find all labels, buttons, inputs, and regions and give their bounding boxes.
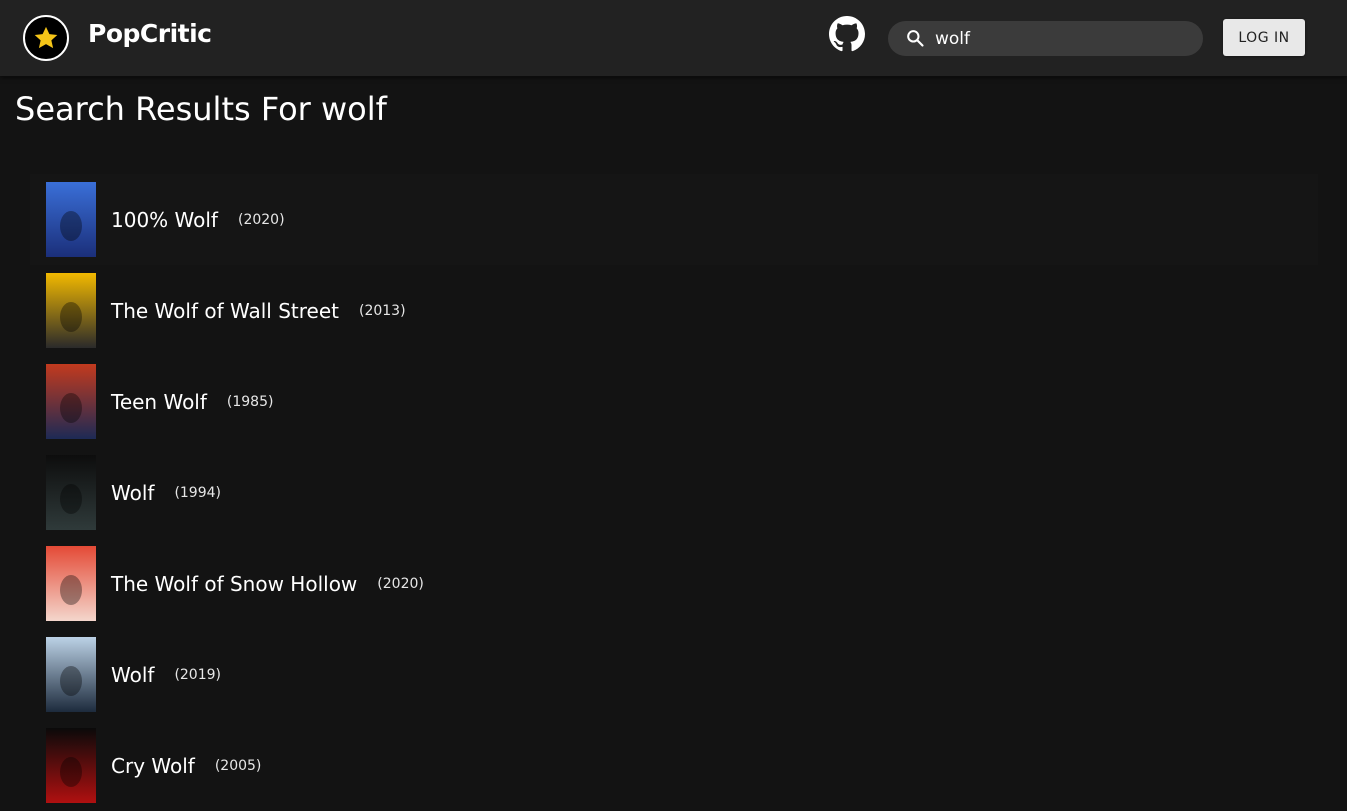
movie-poster[interactable] xyxy=(46,546,96,621)
search-result-item[interactable]: Wolf (1994) xyxy=(30,447,1318,538)
movie-title[interactable]: The Wolf of Wall Street xyxy=(111,299,339,323)
movie-year: (2019) xyxy=(174,666,221,683)
movie-year: (2013) xyxy=(358,302,406,319)
movie-poster[interactable] xyxy=(46,455,96,530)
movie-title[interactable]: The Wolf of Snow Hollow xyxy=(111,572,357,596)
page-title: Search Results For wolf xyxy=(15,90,387,128)
movie-title[interactable]: Teen Wolf xyxy=(111,390,207,414)
search-result-item[interactable]: Cry Wolf (2005) xyxy=(30,720,1318,811)
movie-poster[interactable] xyxy=(46,637,96,712)
movie-year: (2020) xyxy=(377,575,424,592)
search-result-item[interactable]: The Wolf of Snow Hollow (2020) xyxy=(30,538,1318,629)
movie-poster[interactable] xyxy=(46,182,96,257)
login-button[interactable]: LOG IN xyxy=(1223,19,1305,56)
logo-star-icon[interactable] xyxy=(23,15,69,61)
search-input[interactable] xyxy=(935,26,1185,52)
movie-title[interactable]: Cry Wolf xyxy=(111,754,195,778)
search-icon xyxy=(905,28,925,48)
movie-poster[interactable] xyxy=(46,273,96,348)
movie-year: (2020) xyxy=(237,211,285,228)
movie-poster[interactable] xyxy=(46,364,96,439)
movie-year: (1994) xyxy=(174,484,221,501)
search-results-list: 100% Wolf (2020) The Wolf of Wall Street (2… xyxy=(30,174,1318,811)
movie-title[interactable]: Wolf xyxy=(111,663,154,687)
movie-poster[interactable] xyxy=(46,728,96,803)
search-result-item[interactable]: Wolf (2019) xyxy=(30,629,1318,720)
movie-year: (2005) xyxy=(214,757,262,774)
search-result-item[interactable]: Teen Wolf (1985) xyxy=(30,356,1318,447)
top-navigation-bar: PopCritic LOG IN xyxy=(0,0,1347,76)
search-bar[interactable] xyxy=(888,21,1203,56)
search-result-item[interactable]: The Wolf of Wall Street (2013) xyxy=(30,265,1318,356)
github-icon[interactable] xyxy=(829,16,865,52)
app-title[interactable]: PopCritic xyxy=(88,19,212,48)
search-result-item[interactable]: 100% Wolf (2020) xyxy=(30,174,1318,265)
movie-title[interactable]: 100% Wolf xyxy=(111,208,218,232)
movie-year: (1985) xyxy=(226,393,274,410)
movie-title[interactable]: Wolf xyxy=(111,481,154,505)
